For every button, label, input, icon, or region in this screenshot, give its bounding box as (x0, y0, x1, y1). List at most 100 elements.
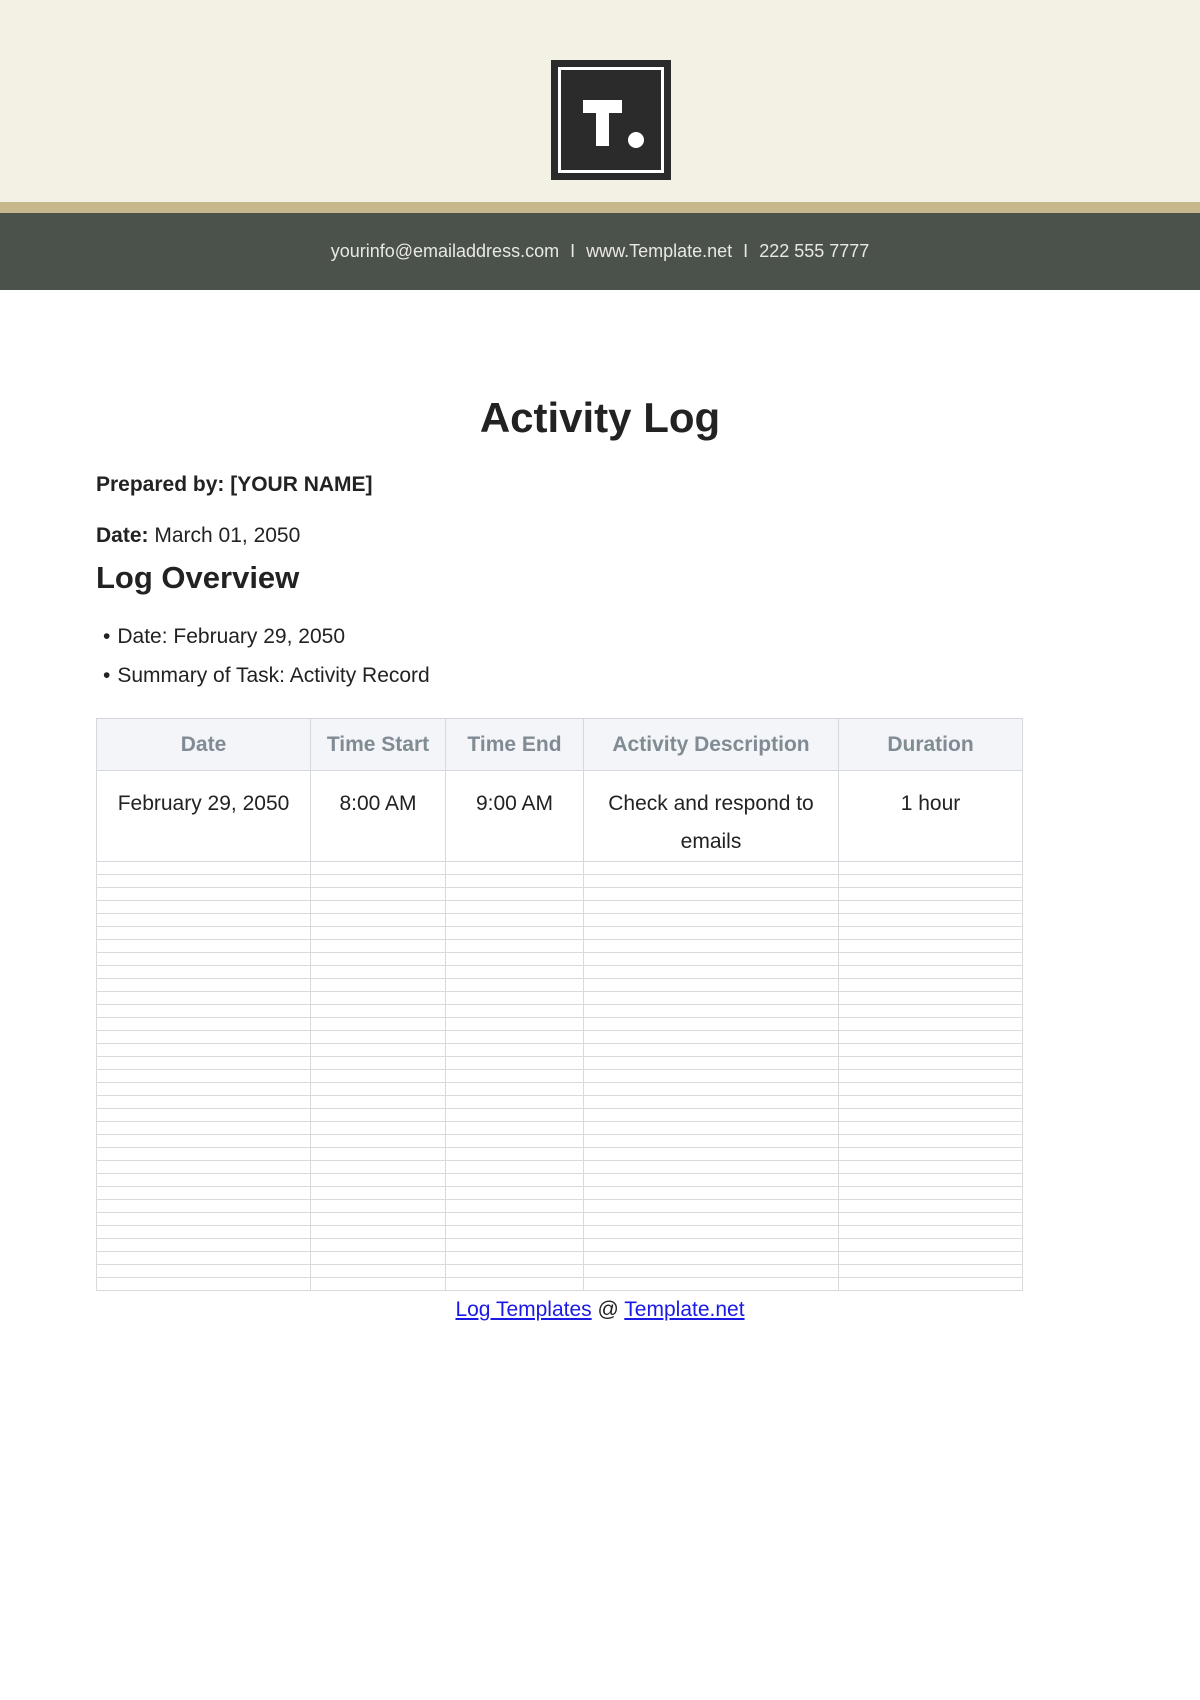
empty-table-row (96, 965, 1023, 979)
empty-cell (310, 1264, 446, 1278)
empty-cell (96, 900, 311, 914)
empty-cell (445, 1264, 584, 1278)
cell-duration: 1 hour (838, 770, 1023, 862)
empty-cell (838, 1004, 1023, 1018)
empty-cell (583, 1160, 839, 1174)
logo-letter-stem (596, 100, 609, 146)
empty-cell (583, 1030, 839, 1044)
empty-table-row (96, 900, 1023, 914)
empty-cell (96, 1173, 311, 1187)
empty-cell (96, 1225, 311, 1239)
empty-table-row (96, 1160, 1023, 1174)
empty-cell (96, 1121, 311, 1135)
empty-cell (96, 1160, 311, 1174)
document-date: Date: March 01, 2050 (96, 524, 300, 548)
document-title: Activity Log (479, 394, 721, 441)
empty-cell (583, 1043, 839, 1057)
empty-cell (310, 913, 446, 927)
empty-cell (583, 1056, 839, 1070)
empty-cell (310, 1134, 446, 1148)
empty-cell (310, 965, 446, 979)
empty-cell (310, 1108, 446, 1122)
empty-cell (310, 952, 446, 966)
empty-cell (310, 1056, 446, 1070)
contact-website: www.Template.net (586, 241, 733, 261)
cell-date: February 29, 2050 (96, 770, 311, 862)
empty-cell (583, 1212, 839, 1226)
empty-cell (445, 1030, 584, 1044)
empty-cell (310, 1238, 446, 1252)
empty-cell (445, 913, 584, 927)
empty-cell (310, 1095, 446, 1109)
empty-cell (445, 1069, 584, 1083)
empty-cell (445, 965, 584, 979)
empty-cell (445, 1212, 584, 1226)
contact-phone: 222 555 7777 (759, 241, 870, 261)
empty-cell (310, 1186, 446, 1200)
column-header-activity-description: Activity Description (583, 718, 839, 771)
column-header-date: Date (96, 718, 311, 771)
overview-item-summary: Summary of Task: Activity Record (103, 663, 429, 702)
empty-cell (445, 939, 584, 953)
empty-cell (96, 965, 311, 979)
empty-cell (838, 1225, 1023, 1239)
empty-table-row (96, 1173, 1023, 1187)
empty-cell (96, 1264, 311, 1278)
empty-cell (310, 1147, 446, 1161)
empty-cell (583, 1134, 839, 1148)
empty-cell (838, 887, 1023, 901)
empty-cell (838, 939, 1023, 953)
empty-table-row (96, 1004, 1023, 1018)
empty-cell (445, 991, 584, 1005)
empty-cell (445, 1056, 584, 1070)
empty-cell (96, 939, 311, 953)
empty-table-row (96, 1251, 1023, 1265)
empty-cell (583, 1004, 839, 1018)
footer-at-sign: @ (597, 1298, 619, 1321)
empty-cell (583, 1277, 839, 1291)
empty-cell (96, 926, 311, 940)
empty-cell (96, 1082, 311, 1096)
empty-cell (96, 1108, 311, 1122)
empty-cell (445, 1108, 584, 1122)
template-net-link[interactable]: Template.net (624, 1298, 744, 1321)
empty-cell (583, 900, 839, 914)
empty-table-row (96, 913, 1023, 927)
cell-time-end: 9:00 AM (445, 770, 584, 862)
empty-cell (838, 1043, 1023, 1057)
empty-table-row (96, 1069, 1023, 1083)
empty-cell (96, 1095, 311, 1109)
log-templates-link[interactable]: Log Templates (455, 1298, 591, 1321)
empty-cell (583, 1238, 839, 1252)
empty-table-row (96, 926, 1023, 940)
empty-cell (310, 939, 446, 953)
cell-activity-description: Check and respond to emails (583, 770, 839, 862)
empty-cell (96, 1134, 311, 1148)
empty-cell (838, 1134, 1023, 1148)
empty-cell (96, 887, 311, 901)
empty-cell (583, 1017, 839, 1031)
empty-cell (838, 1277, 1023, 1291)
empty-cell (96, 952, 311, 966)
empty-cell (838, 1095, 1023, 1109)
empty-cell (445, 1004, 584, 1018)
column-header-duration: Duration (838, 718, 1023, 771)
empty-cell (445, 1082, 584, 1096)
empty-table-row (96, 887, 1023, 901)
empty-cell (310, 1082, 446, 1096)
empty-cell (838, 874, 1023, 888)
empty-cell (310, 978, 446, 992)
empty-cell (838, 926, 1023, 940)
gold-divider-band (0, 202, 1200, 213)
empty-cell (445, 1095, 584, 1109)
empty-cell (310, 926, 446, 940)
empty-table-row (96, 1134, 1023, 1148)
empty-cell (838, 1082, 1023, 1096)
empty-cell (583, 861, 839, 875)
empty-table-row (96, 1043, 1023, 1057)
empty-cell (583, 965, 839, 979)
empty-table-row (96, 861, 1023, 875)
empty-table-row (96, 1017, 1023, 1031)
header-top-band (0, 0, 1200, 202)
empty-cell (838, 965, 1023, 979)
